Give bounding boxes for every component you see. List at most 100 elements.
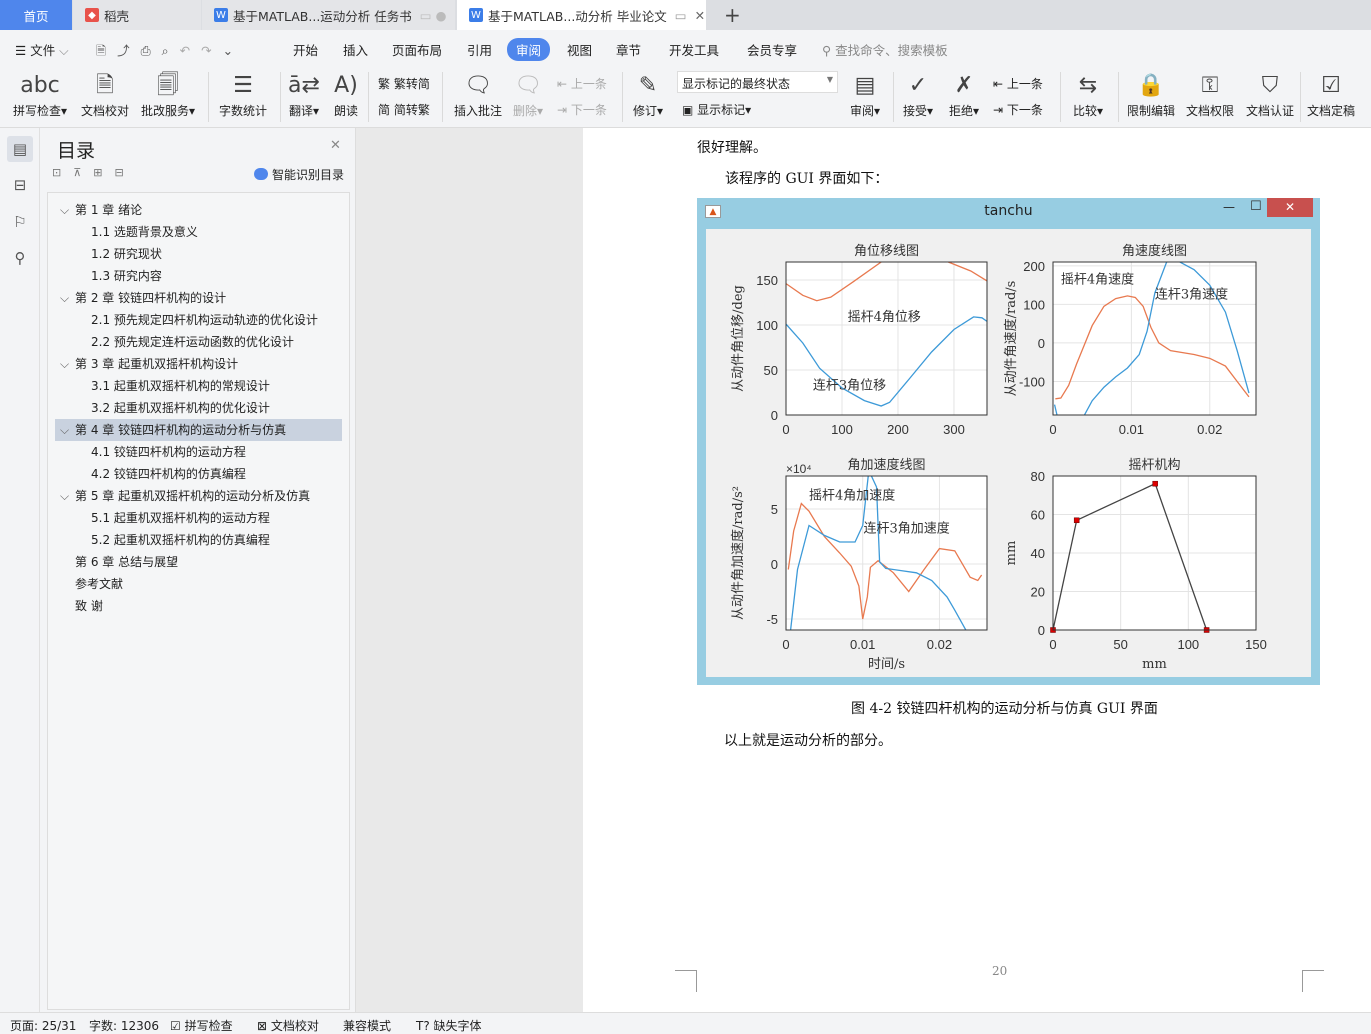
- undo-icon[interactable]: ↶: [180, 43, 201, 58]
- tab-task-doc[interactable]: W 基于MATLAB...运动分析 任务书 ▭ ●: [202, 0, 455, 30]
- customize-icon[interactable]: ⌄: [223, 43, 244, 58]
- toc-item[interactable]: 第 6 章 总结与展望: [55, 551, 342, 573]
- track-changes-button[interactable]: ✎ 修订▾: [618, 70, 678, 119]
- toc-item[interactable]: 3.1 起重机双摇杆机构的常规设计: [55, 375, 342, 397]
- pin-icon[interactable]: ▭ ●: [420, 8, 447, 23]
- toc-panel-icon[interactable]: ▤: [7, 136, 33, 162]
- label: 文档定稿: [1306, 104, 1355, 118]
- toc-item[interactable]: 致 谢: [55, 595, 342, 617]
- markup-display-select[interactable]: 显示标记的最终状态 ▼: [677, 71, 838, 93]
- restrict-editing-button[interactable]: 🔒 限制编辑: [1121, 70, 1181, 119]
- prev-change-button[interactable]: ⇤ 上一条: [993, 75, 1043, 92]
- chevron-down-icon[interactable]: ⌵: [60, 287, 69, 309]
- tab-thesis-doc[interactable]: W 基于MATLAB...动分析 毕业论文 ▭ ✕: [457, 0, 706, 30]
- command-search[interactable]: ⚲ 查找命令、搜索模板: [822, 40, 948, 59]
- new-tab-button[interactable]: +: [712, 0, 741, 30]
- toc-item[interactable]: 参考文献: [55, 573, 342, 595]
- compare-button[interactable]: ⇆ 比较▾: [1058, 70, 1118, 119]
- toc-item[interactable]: 1.2 研究现状: [55, 243, 342, 265]
- document-certify-button[interactable]: ⛉ 文档认证: [1240, 70, 1300, 119]
- print-preview-icon[interactable]: ⌕: [162, 43, 180, 58]
- chevron-down-icon[interactable]: ⌵: [60, 419, 69, 441]
- read-aloud-button[interactable]: A) 朗读: [316, 70, 376, 119]
- toc-item[interactable]: ⌵ 第 1 章 绪论: [55, 199, 342, 221]
- up-icon[interactable]: ⊼: [73, 166, 93, 179]
- correction-service-button[interactable]: 🗐 批改服务▾: [138, 70, 198, 119]
- label: 文档权限: [1185, 104, 1234, 118]
- print-icon[interactable]: ⎙: [141, 43, 162, 58]
- smart-toc-button[interactable]: 智能识别目录: [254, 166, 344, 183]
- y-tick-label: 0: [1038, 336, 1045, 351]
- pin-icon[interactable]: ▭: [675, 8, 687, 23]
- next-comment-button[interactable]: ⇥ 下一条: [557, 101, 607, 118]
- menu-tab-view[interactable]: 视图: [567, 40, 592, 59]
- find-icon[interactable]: ⚲: [7, 245, 33, 271]
- menu-tab-review[interactable]: 审阅: [507, 38, 551, 61]
- toc-item[interactable]: 2.1 预先规定四杆机构运动轨迹的优化设计: [55, 309, 342, 331]
- chevron-down-icon[interactable]: ⌵: [60, 353, 69, 375]
- menu-tab-member[interactable]: 会员专享: [747, 40, 797, 59]
- menu-tab-insert[interactable]: 插入: [343, 40, 368, 59]
- close-icon[interactable]: ✕: [330, 138, 341, 153]
- bookmark-icon[interactable]: ⚐: [7, 209, 33, 235]
- chart-3: 0 50 100 150 0 20 40 60 80 摇杆机构 mm mm: [1004, 458, 1267, 672]
- toc-item[interactable]: ⌵ 第 5 章 起重机双摇杆机构的运动分析及仿真: [55, 485, 342, 507]
- review-pane-button[interactable]: ▤ 审阅▾: [835, 70, 895, 119]
- next-change-button[interactable]: ⇥ 下一条: [993, 101, 1043, 118]
- tab-home[interactable]: 首页: [0, 0, 72, 30]
- collapse-all-icon[interactable]: ⊡: [52, 166, 73, 179]
- save-icon[interactable]: 🗎: [96, 43, 117, 58]
- x-tick-label: 100: [1177, 637, 1199, 652]
- toc-item[interactable]: ⌵ 第 4 章 铰链四杆机构的运动分析与仿真: [55, 419, 342, 441]
- document-permission-button[interactable]: ⚿ 文档权限: [1180, 70, 1240, 119]
- toc-item[interactable]: 5.1 起重机双摇杆机构的运动方程: [55, 507, 342, 529]
- close-tab-icon[interactable]: ✕: [695, 8, 705, 23]
- label: 下一条: [570, 103, 607, 117]
- toc-item[interactable]: 4.2 铰链四杆机构的仿真编程: [55, 463, 342, 485]
- add-icon[interactable]: ⊞: [93, 166, 114, 179]
- toc-item[interactable]: ⌵ 第 3 章 起重机双摇杆机构设计: [55, 353, 342, 375]
- reject-button[interactable]: ✗ 拒绝▾: [934, 70, 994, 119]
- file-menu[interactable]: ☰ 文件 ⌵: [15, 40, 69, 59]
- toc-title: 目录: [57, 140, 96, 162]
- menu-tab-chapter[interactable]: 章节: [616, 40, 641, 59]
- delete-comment-button[interactable]: 🗨 删除▾: [498, 70, 558, 119]
- spell-check-button[interactable]: abc 拼写检查▾: [10, 70, 70, 119]
- simp-to-trad-button[interactable]: 简 简转繁: [378, 101, 430, 118]
- proofread-button[interactable]: 🗎 文档校对: [75, 70, 135, 119]
- x-tick-label: 300: [943, 422, 965, 437]
- finalize-document-button[interactable]: ☑ 文档定稿: [1301, 70, 1361, 119]
- chevron-down-icon[interactable]: ⌵: [60, 199, 69, 221]
- menu-tab-developer[interactable]: 开发工具: [669, 40, 719, 59]
- toc-item[interactable]: 3.2 起重机双摇杆机构的优化设计: [55, 397, 342, 419]
- toc-item[interactable]: 1.3 研究内容: [55, 265, 342, 287]
- export-icon[interactable]: ⤴: [117, 43, 141, 58]
- menu-tab-references[interactable]: 引用: [467, 40, 492, 59]
- chapter-nav-icon[interactable]: ⊟: [7, 172, 33, 198]
- missing-font[interactable]: T? 缺失字体: [416, 1017, 482, 1034]
- word-count[interactable]: 字数: 12306: [89, 1017, 159, 1034]
- label: 智能识别目录: [272, 168, 345, 182]
- redo-icon[interactable]: ↷: [201, 43, 222, 58]
- minus-icon[interactable]: ⊟: [115, 166, 136, 179]
- menu-tab-layout[interactable]: 页面布局: [392, 40, 442, 59]
- tab-docer[interactable]: ◆ 稻壳: [73, 0, 201, 30]
- toc-item[interactable]: 4.1 铰链四杆机构的运动方程: [55, 441, 342, 463]
- menu-tab-start[interactable]: 开始: [293, 40, 318, 59]
- trad-to-simp-button[interactable]: 繁 繁转简: [378, 75, 430, 92]
- status-spell-check[interactable]: ☑ 拼写检查: [170, 1017, 233, 1034]
- toc-item[interactable]: 5.2 起重机双摇杆机构的仿真编程: [55, 529, 342, 551]
- page-indicator[interactable]: 页面: 25/31: [10, 1017, 76, 1034]
- label: 繁转简: [393, 77, 430, 91]
- show-markup-button[interactable]: ▣ 显示标记▾: [682, 101, 751, 118]
- read-aloud-icon: A): [334, 73, 358, 98]
- prev-comment-button[interactable]: ⇤ 上一条: [557, 75, 607, 92]
- status-proofread[interactable]: ⊠ 文档校对: [257, 1017, 319, 1034]
- word-count-button[interactable]: ☰ 字数统计: [213, 70, 273, 119]
- toc-item[interactable]: 2.2 预先规定连杆运动函数的优化设计: [55, 331, 342, 353]
- y-exponent-label: ×10⁴: [786, 462, 812, 476]
- toc-item-label: 第 5 章 起重机双摇杆机构的运动分析及仿真: [75, 489, 311, 503]
- chevron-down-icon[interactable]: ⌵: [60, 485, 69, 507]
- toc-item[interactable]: 1.1 选题背景及意义: [55, 221, 342, 243]
- toc-item[interactable]: ⌵ 第 2 章 铰链四杆机构的设计: [55, 287, 342, 309]
